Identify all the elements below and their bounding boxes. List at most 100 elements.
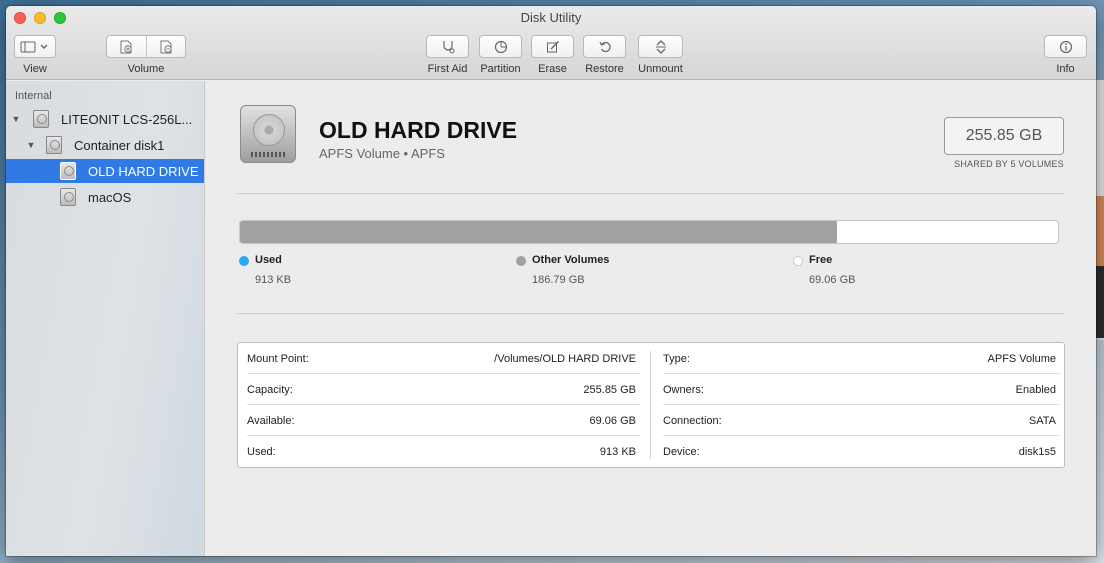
sidebar-section-internal: Internal	[15, 90, 52, 102]
sidebar-item-label: OLD HARD DRIVE	[88, 163, 199, 179]
sidebar-item-container[interactable]: ▼ Container disk1	[6, 133, 204, 157]
capacity-box: 255.85 GB	[944, 117, 1064, 155]
partition-label: Partition	[480, 63, 521, 75]
erase-button[interactable]	[532, 36, 573, 57]
free-dot-icon	[793, 256, 803, 266]
info-row-type: Type: APFS Volume	[663, 343, 1060, 374]
info-value: disk1s5	[1018, 445, 1056, 458]
info-value: APFS Volume	[987, 352, 1056, 365]
info-value: 69.06 GB	[589, 414, 636, 427]
used-dot-icon	[239, 256, 249, 266]
info-column-left: Mount Point: /Volumes/OLD HARD DRIVE Cap…	[238, 343, 644, 467]
pie-partition-icon	[494, 40, 507, 53]
disk-utility-window: Disk Utility View Volume First Aid Parti…	[6, 6, 1096, 556]
info-row-device: Device: disk1s5	[663, 436, 1056, 467]
sidebar: Internal ▼ LITEONIT LCS-256L... ▼ Contai…	[6, 81, 205, 556]
volume-group: Volume	[106, 35, 186, 75]
info-row-used: Used: 913 KB	[247, 436, 636, 467]
stethoscope-icon	[442, 40, 454, 53]
volume-icon	[60, 188, 76, 206]
titlebar-toolbar: Disk Utility View Volume First Aid Parti…	[6, 6, 1096, 80]
info-column-separator	[650, 351, 651, 459]
usage-bar	[239, 220, 1059, 244]
info-value: Enabled	[1015, 383, 1056, 396]
restore-button[interactable]	[584, 36, 625, 57]
info-row-owners: Owners: Enabled	[663, 374, 1060, 405]
info-label: Mount Point:	[247, 352, 309, 365]
remove-volume-button[interactable]	[145, 36, 185, 57]
sidebar-item-disk[interactable]: ▼ LITEONIT LCS-256L...	[6, 107, 204, 131]
eject-icon	[655, 39, 666, 54]
unmount-label: Unmount	[638, 63, 683, 75]
unmount-group: Unmount	[638, 35, 683, 75]
sidebar-item-old-hard-drive[interactable]: OLD HARD DRIVE	[6, 159, 204, 183]
info-value: SATA	[1028, 414, 1056, 427]
add-volume-icon	[120, 40, 133, 53]
info-label: Available:	[247, 414, 295, 427]
container-icon	[46, 136, 62, 154]
view-label: View	[23, 63, 47, 75]
info-value: 913 KB	[599, 445, 636, 458]
erase-group: Erase	[531, 35, 574, 75]
divider	[237, 313, 1065, 314]
volume-icon	[60, 162, 76, 180]
divider	[237, 193, 1065, 194]
info-value: /Volumes/OLD HARD DRIVE	[494, 352, 636, 365]
first-aid-label: First Aid	[427, 63, 468, 75]
info-icon	[1059, 40, 1072, 53]
sidebar-item-label: macOS	[88, 189, 132, 205]
sidebar-toggle-icon	[20, 41, 48, 52]
info-label: Owners:	[663, 383, 704, 396]
usage-other-segment	[240, 221, 838, 243]
info-value: 255.85 GB	[583, 383, 636, 396]
sidebar-item-macos[interactable]: macOS	[6, 185, 204, 209]
info-group: Info	[1044, 35, 1087, 75]
info-label: Capacity:	[247, 383, 293, 396]
volume-subtitle: APFS Volume • APFS	[319, 146, 445, 161]
partition-button[interactable]	[480, 36, 521, 57]
legend-name: Free	[809, 254, 833, 266]
info-table: Mount Point: /Volumes/OLD HARD DRIVE Cap…	[237, 342, 1065, 468]
legend-value: 186.79 GB	[532, 274, 585, 286]
legend-name: Used	[255, 254, 282, 266]
volume-label: Volume	[127, 63, 165, 75]
view-group: View	[14, 35, 56, 75]
sidebar-item-label: LITEONIT LCS-256L...	[61, 111, 193, 127]
disclosure-triangle-icon[interactable]: ▼	[26, 140, 36, 150]
legend-value: 69.06 GB	[809, 274, 856, 286]
other-dot-icon	[516, 256, 526, 266]
main-content: OLD HARD DRIVE APFS Volume • APFS 255.85…	[206, 81, 1096, 556]
restore-group: Restore	[583, 35, 626, 75]
info-label: Type:	[663, 352, 690, 365]
info-column-right: Type: APFS Volume Owners: Enabled Connec…	[654, 343, 1064, 467]
first-aid-group: First Aid	[426, 35, 469, 75]
shared-volumes-note: SHARED BY 5 VOLUMES	[954, 159, 1064, 169]
erase-icon	[546, 40, 559, 52]
info-row-mount-point: Mount Point: /Volumes/OLD HARD DRIVE	[247, 343, 640, 374]
info-label: Connection:	[663, 414, 722, 427]
volume-name: OLD HARD DRIVE	[319, 117, 518, 143]
info-row-available: Available: 69.06 GB	[247, 405, 640, 436]
view-button[interactable]	[15, 36, 55, 57]
window-title: Disk Utility	[520, 10, 582, 25]
restore-arrow-icon	[598, 41, 611, 52]
first-aid-button[interactable]	[427, 36, 468, 57]
hard-drive-icon	[240, 105, 296, 163]
restore-label: Restore	[585, 63, 624, 75]
partition-group: Partition	[479, 35, 522, 75]
internal-disk-icon	[33, 110, 49, 128]
disclosure-triangle-icon[interactable]: ▼	[11, 114, 21, 124]
remove-volume-icon	[160, 40, 172, 53]
legend-name: Other Volumes	[532, 254, 610, 266]
sidebar-item-label: Container disk1	[74, 137, 165, 153]
info-label: Used:	[247, 445, 276, 458]
unmount-button[interactable]	[639, 36, 682, 57]
erase-label: Erase	[538, 63, 567, 75]
add-volume-button[interactable]	[107, 36, 146, 57]
info-button[interactable]	[1045, 36, 1086, 57]
info-row-connection: Connection: SATA	[663, 405, 1060, 436]
info-label: Device:	[663, 445, 700, 458]
info-row-capacity: Capacity: 255.85 GB	[247, 374, 640, 405]
legend-value: 913 KB	[255, 274, 292, 286]
info-label: Info	[1056, 63, 1075, 75]
